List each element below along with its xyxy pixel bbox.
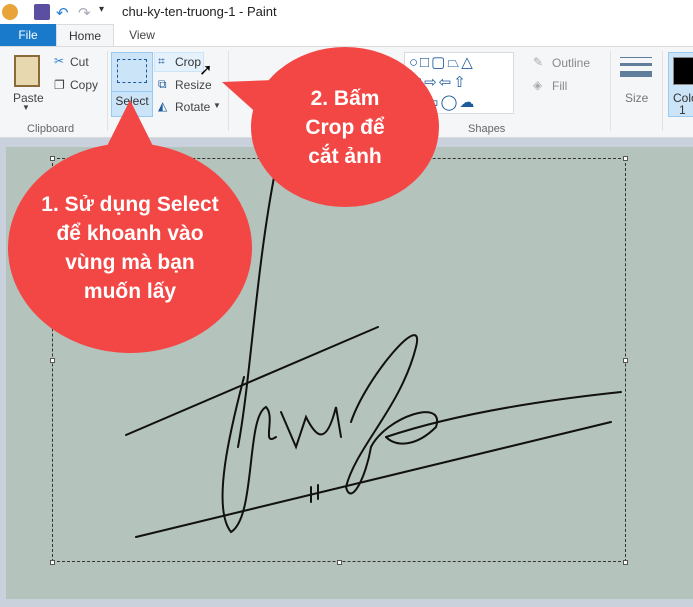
callout-1: 1. Sử dụng Select để khoanh vào vùng mà …	[8, 143, 252, 353]
callout-2: 2. Bấm Crop để cắt ảnh	[251, 47, 439, 207]
mouse-cursor-icon: ➚	[199, 62, 213, 79]
